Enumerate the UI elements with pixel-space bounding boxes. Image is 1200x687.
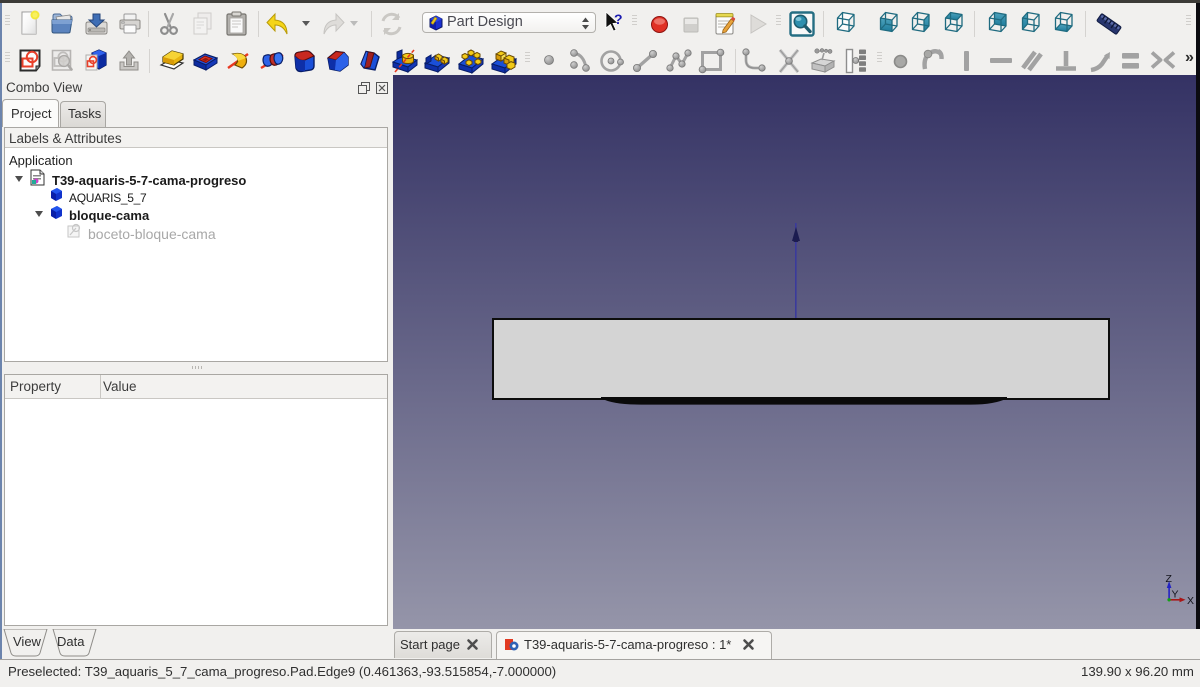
svg-text:?: ?	[614, 11, 623, 27]
svg-text:Y: Y	[1172, 589, 1179, 601]
svg-text:X: X	[1187, 595, 1194, 605]
